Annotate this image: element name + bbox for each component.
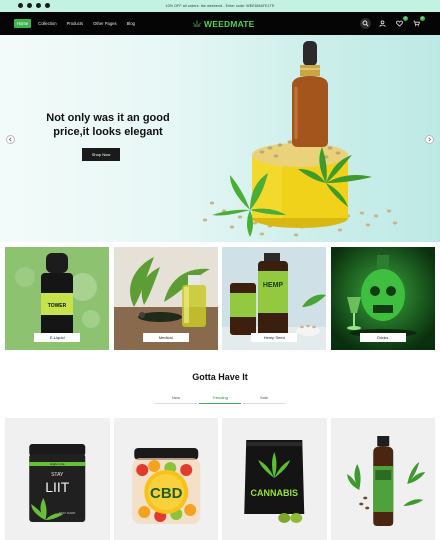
hero-banner: Not only was it an good price,it looks e… xyxy=(0,35,440,242)
social-links xyxy=(18,3,50,8)
leaf-icon xyxy=(192,19,202,26)
announcement-bar: 10% OFF all orders: the weekend - Enter … xyxy=(0,0,440,12)
product-grid: Higher Life STAY LIIT STAY DARK CBD CANN… xyxy=(5,418,435,540)
nav-item-other-pages[interactable]: Other Pages xyxy=(90,19,120,28)
wishlist-button[interactable]: 0 xyxy=(394,16,408,29)
jar-main-text: LIIT xyxy=(45,479,70,495)
section-title: Gotta Have It xyxy=(192,372,248,382)
user-icon xyxy=(379,20,386,27)
category-card-drinks[interactable]: Drinks xyxy=(330,247,436,350)
pinterest-icon[interactable] xyxy=(45,3,50,8)
e-liquid-label-text: TOWER xyxy=(48,303,67,309)
category-grid: TOWER E-Liquid Medical HEMP Hemp Seed Dr… xyxy=(5,247,435,350)
category-label-medical: Medical xyxy=(142,333,189,342)
bag-brand-text: CANNABIS xyxy=(250,488,298,498)
product-card[interactable]: CANNABIS xyxy=(222,418,327,540)
category-card-medical[interactable]: Medical xyxy=(113,247,219,350)
main-nav: Home Collection Products Other Pages Blo… xyxy=(14,19,138,28)
product-image-gummies-jar: CBD xyxy=(131,448,200,524)
tab-sale[interactable]: Sale xyxy=(243,394,285,404)
wishlist-count-badge: 0 xyxy=(403,16,408,21)
hero-title: Not only was it an good price,it looks e… xyxy=(46,112,170,138)
category-card-e-liquid[interactable]: TOWER E-Liquid xyxy=(5,247,110,350)
product-image-cannabis-bag: CANNABIS xyxy=(244,440,305,523)
category-label-e-liquid: E-Liquid xyxy=(34,333,81,342)
chevron-right-icon xyxy=(428,137,431,142)
search-icon xyxy=(362,20,369,27)
category-card-hemp-seed[interactable]: HEMP Hemp Seed xyxy=(222,247,327,350)
heart-icon xyxy=(396,20,403,27)
product-card[interactable]: Higher Life STAY LIIT STAY DARK xyxy=(5,418,110,540)
product-tabs: New Trending Sale xyxy=(155,394,285,404)
product-image-jar-black: Higher Life STAY LIIT STAY DARK xyxy=(29,444,86,522)
nav-item-home[interactable]: Home xyxy=(14,19,32,28)
gummies-cbd-text: CBD xyxy=(150,485,183,502)
product-image-oil-bottle xyxy=(346,436,425,526)
site-header: Home Collection Products Other Pages Blo… xyxy=(0,12,440,35)
nav-item-blog[interactable]: Blog xyxy=(124,19,138,28)
instagram-icon[interactable] xyxy=(27,3,32,8)
jar-brand-text: Higher Life xyxy=(50,462,65,466)
hero-next-button[interactable] xyxy=(425,135,434,144)
hemp-label-text: HEMP xyxy=(263,282,284,289)
announcement-text: 10% OFF all orders: the weekend - Enter … xyxy=(165,4,275,8)
shop-now-button[interactable]: Shop Now xyxy=(82,148,120,161)
search-button[interactable] xyxy=(360,18,371,29)
nav-item-collection[interactable]: Collection xyxy=(35,19,59,28)
twitter-icon[interactable] xyxy=(36,3,41,8)
category-label-drinks: Drinks xyxy=(359,333,406,342)
header-icons: 0 0 xyxy=(360,16,425,29)
jar-bottom-text: STAY DARK xyxy=(59,511,76,515)
logo-text: WEEDMATE xyxy=(204,18,255,29)
tab-trending[interactable]: Trending xyxy=(199,394,241,404)
category-label-hemp-seed: Hemp Seed xyxy=(251,333,298,342)
site-logo[interactable]: WEEDMATE xyxy=(192,18,255,29)
cart-count-badge: 0 xyxy=(420,16,425,21)
product-card[interactable]: CBD xyxy=(113,418,218,540)
cart-icon xyxy=(413,20,420,27)
tab-new[interactable]: New xyxy=(155,394,197,404)
jar-top-text: STAY xyxy=(51,472,64,478)
facebook-icon[interactable] xyxy=(18,3,23,8)
chevron-left-icon xyxy=(9,137,12,142)
product-card[interactable] xyxy=(330,418,435,540)
nav-item-products[interactable]: Products xyxy=(64,19,87,28)
hero-prev-button[interactable] xyxy=(6,135,15,144)
account-button[interactable] xyxy=(377,18,388,29)
cart-button[interactable]: 0 xyxy=(411,16,425,29)
